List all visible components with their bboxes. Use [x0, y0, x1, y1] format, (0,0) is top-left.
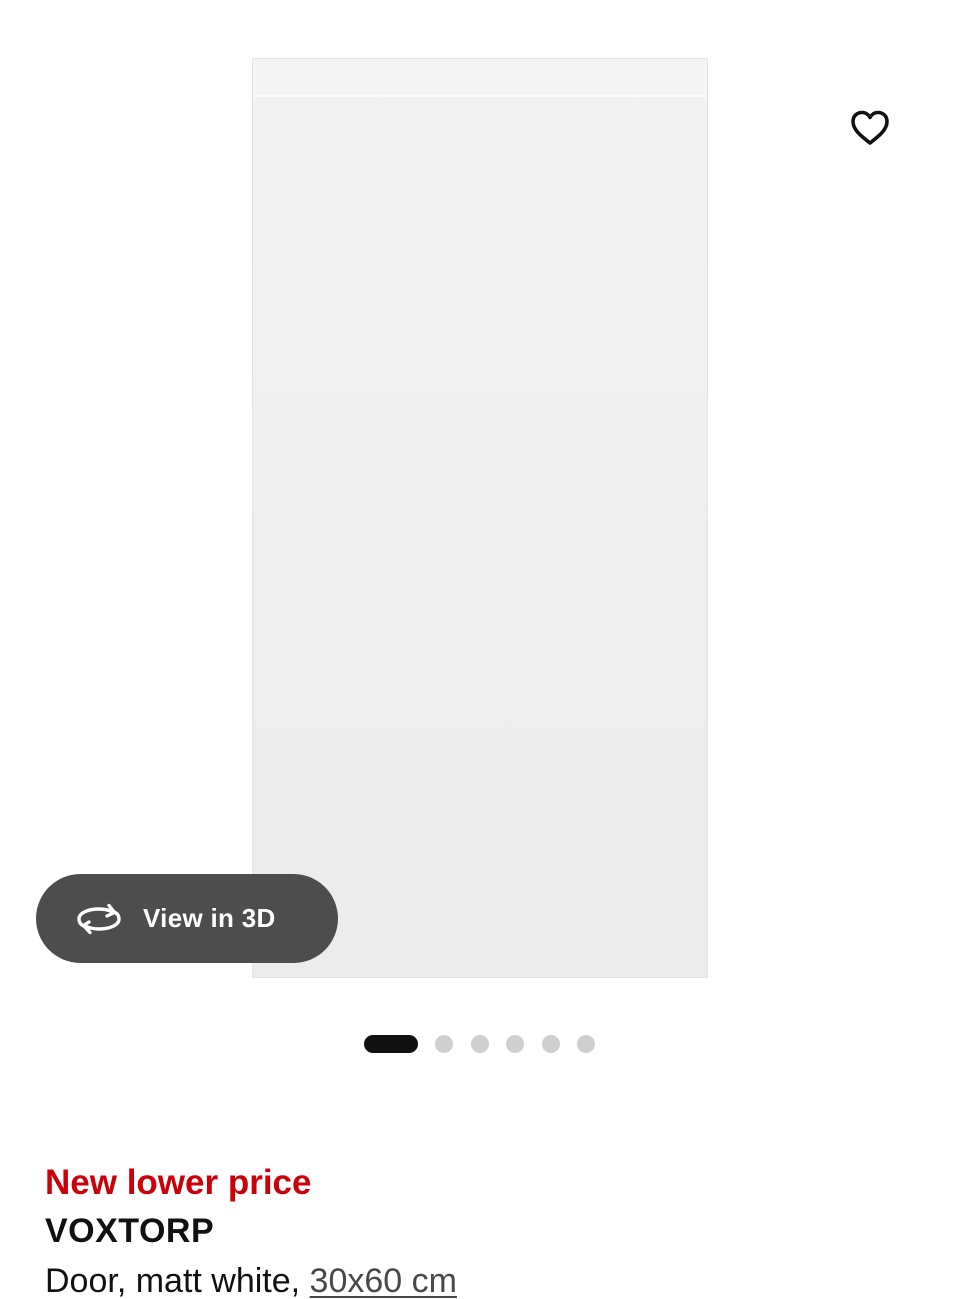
rotate-3d-icon [76, 902, 122, 936]
pagination-dot-1[interactable] [364, 1035, 418, 1053]
product-info: New lower price VOXTORP Door, matt white… [45, 1160, 925, 1299]
favourite-button[interactable] [842, 100, 898, 156]
product-size-link[interactable]: 30x60 cm [310, 1262, 457, 1299]
view-in-3d-button[interactable]: View in 3D [36, 874, 338, 963]
product-name: VOXTORP [45, 1212, 215, 1250]
pagination-dot-6[interactable] [577, 1035, 595, 1053]
product-description: Door, matt white, 30x60 cm [45, 1258, 925, 1299]
heart-icon [851, 110, 889, 145]
door-top-edge [253, 59, 707, 97]
gallery-pagination [364, 1034, 595, 1054]
pagination-dot-3[interactable] [470, 1035, 489, 1053]
pagination-dot-2[interactable] [435, 1035, 453, 1053]
price-badge: New lower price [45, 1163, 312, 1202]
view-in-3d-label: View in 3D [143, 903, 276, 933]
pagination-dot-5[interactable] [541, 1035, 560, 1053]
product-page: View in 3D New lower price VOXTORP Door,… [0, 0, 960, 1299]
product-image-gallery[interactable]: View in 3D [0, 0, 960, 1010]
pagination-dot-4[interactable] [506, 1035, 524, 1053]
product-description-text: Door, matt white, [45, 1262, 310, 1299]
product-image[interactable] [252, 58, 708, 978]
